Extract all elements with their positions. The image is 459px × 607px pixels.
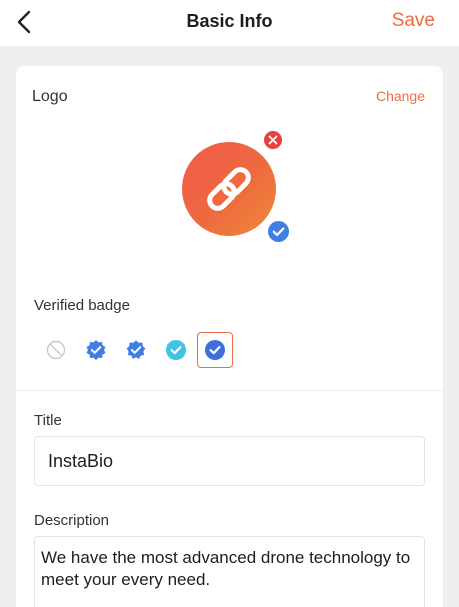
none-icon (46, 340, 66, 360)
description-input[interactable]: We have the most advanced drone technolo… (34, 536, 425, 607)
chevron-left-icon (17, 10, 31, 34)
close-icon (268, 135, 278, 145)
logo-image (182, 142, 276, 236)
verified-badge-label: Verified badge (34, 297, 130, 314)
badge-option-scalloped-2[interactable] (118, 332, 154, 368)
logo-section: Logo Change Verified badge (16, 66, 443, 390)
description-label: Description (34, 512, 110, 529)
change-logo-button[interactable]: Change (376, 88, 425, 104)
back-button[interactable] (14, 9, 38, 35)
title-label: Title (34, 412, 62, 429)
badge-option-none[interactable] (38, 332, 74, 368)
remove-logo-button[interactable] (262, 129, 284, 151)
badge-option-scalloped-1[interactable] (78, 332, 114, 368)
badge-scalloped-blue-icon (126, 340, 146, 359)
section-divider (16, 390, 443, 391)
logo-label: Logo (32, 88, 68, 105)
badge-option-circle-cyan[interactable] (158, 332, 194, 368)
title-input[interactable]: InstaBio (34, 436, 425, 486)
link-icon (207, 167, 251, 211)
badge-option-circle-blue[interactable] (197, 332, 233, 368)
save-button[interactable]: Save (392, 10, 435, 32)
badge-circle-blue-icon (205, 340, 225, 360)
page-title: Basic Info (186, 11, 273, 31)
nav-bar: Basic Info Save (0, 0, 459, 46)
basic-info-card: Logo Change Verified badge Title InstaBi… (16, 66, 443, 607)
verified-check-icon (266, 219, 291, 244)
badge-circle-cyan-icon (166, 340, 186, 360)
badge-scalloped-blue-icon (86, 340, 106, 360)
logo-preview[interactable] (182, 129, 291, 244)
